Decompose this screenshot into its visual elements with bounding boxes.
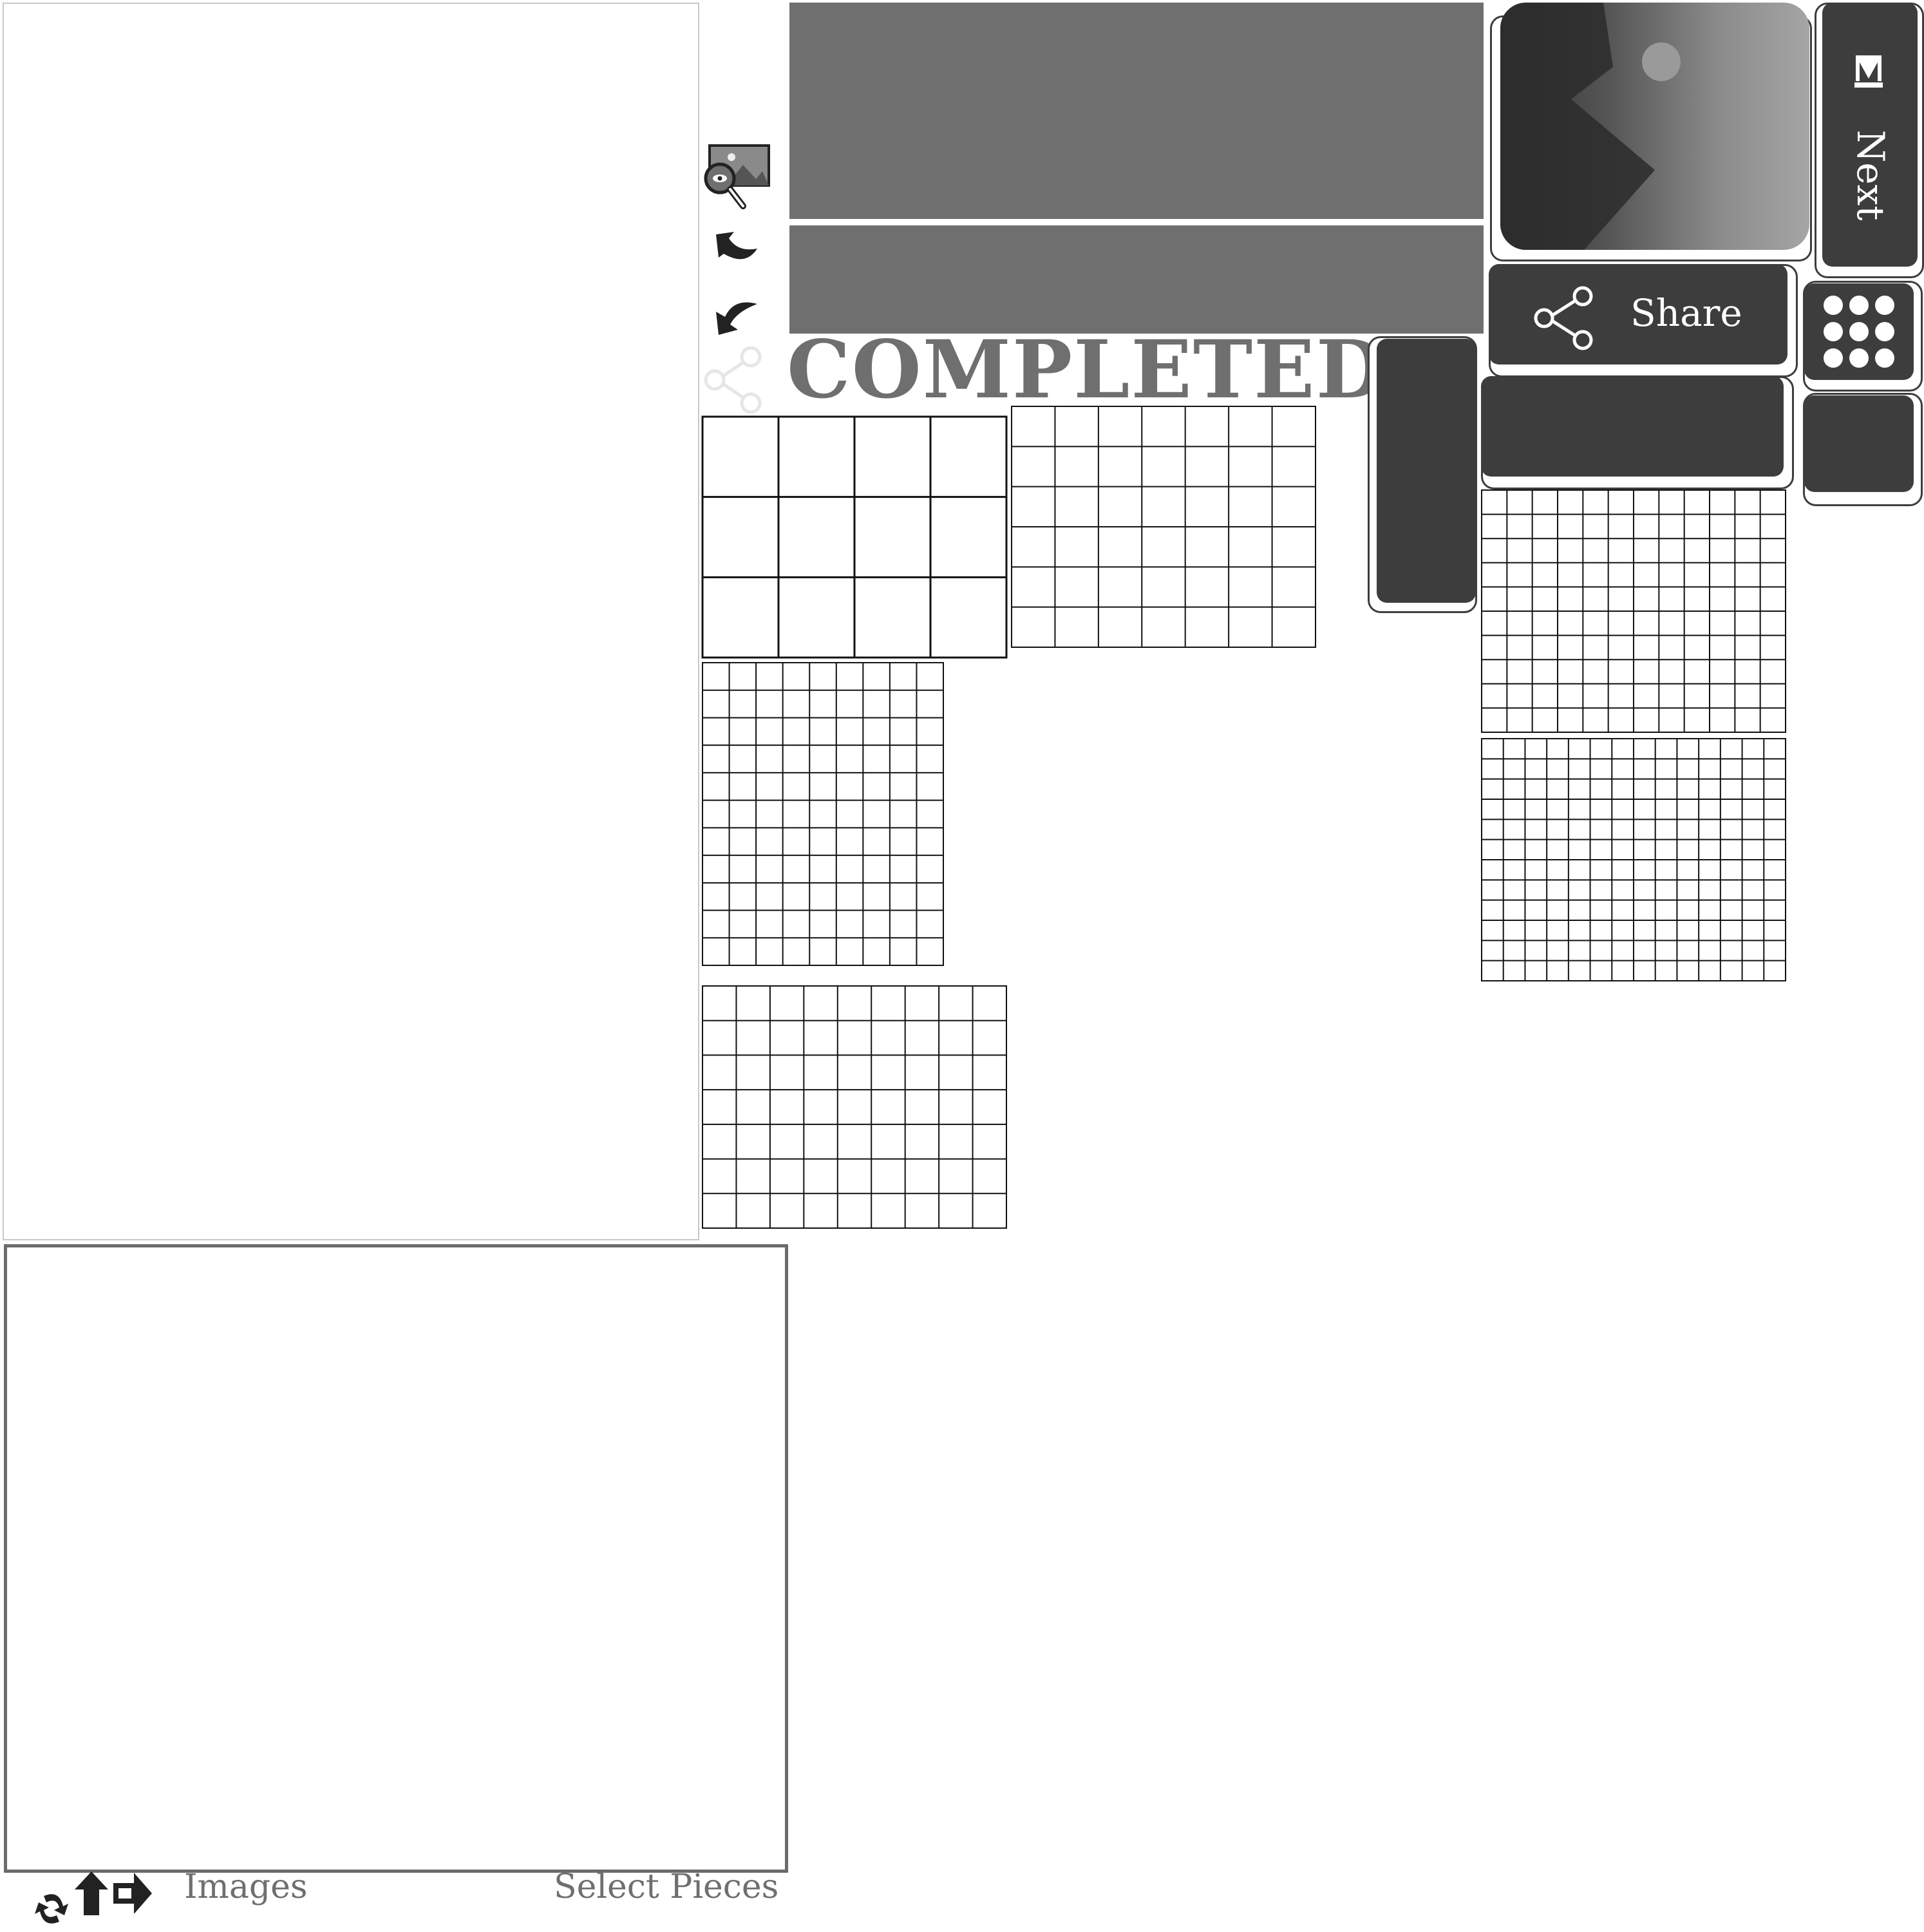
image-magnify-icon[interactable] bbox=[701, 143, 771, 214]
skip-next-icon bbox=[1854, 55, 1883, 88]
select-pieces-label[interactable]: Select Pieces bbox=[554, 1868, 778, 1906]
share-button[interactable]: Share bbox=[1489, 264, 1787, 365]
share-nodes-faint-icon bbox=[702, 346, 766, 414]
undo-arrow-icon[interactable] bbox=[712, 229, 761, 268]
menu-button[interactable] bbox=[1804, 283, 1914, 380]
puzzle-board-panel[interactable] bbox=[3, 3, 699, 1240]
grid-border bbox=[702, 985, 1007, 1229]
grid-7x9[interactable] bbox=[702, 985, 1007, 1229]
dots-grid-icon bbox=[1824, 296, 1894, 368]
grid-3x4[interactable] bbox=[701, 415, 1008, 659]
share-nodes-icon bbox=[1534, 286, 1593, 350]
grid-10x12[interactable] bbox=[1481, 489, 1786, 733]
square-button[interactable] bbox=[1804, 395, 1914, 492]
images-label[interactable]: Images bbox=[184, 1868, 308, 1906]
completed-banner: COMPLETED! bbox=[787, 323, 1423, 417]
rotate-icon[interactable] bbox=[33, 1889, 70, 1928]
gray-bar-middle bbox=[789, 225, 1484, 334]
move-arrows-icon[interactable] bbox=[73, 1870, 153, 1917]
vertical-button[interactable] bbox=[1377, 339, 1476, 603]
piece-tray-panel[interactable] bbox=[4, 1244, 788, 1873]
redo-arrow-icon[interactable] bbox=[712, 298, 761, 336]
grid-border bbox=[702, 662, 944, 966]
grid-11x9[interactable] bbox=[702, 662, 944, 966]
share-label: Share bbox=[1630, 291, 1742, 335]
next-button[interactable]: Next bbox=[1822, 3, 1918, 267]
gray-bar-top bbox=[789, 3, 1484, 219]
grid-6x7[interactable] bbox=[1011, 406, 1316, 648]
wide-button[interactable] bbox=[1481, 376, 1784, 477]
preview-image[interactable] bbox=[1500, 3, 1809, 250]
next-label: Next bbox=[1849, 129, 1892, 221]
grid-12x14[interactable] bbox=[1481, 738, 1786, 981]
